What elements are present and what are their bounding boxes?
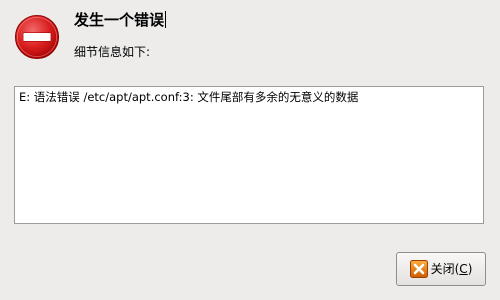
details-text-area[interactable]: E: 语法错误 /etc/apt/apt.conf:3: 文件尾部有多余的无意义…	[14, 86, 484, 224]
dialog-title: 发生一个错误	[74, 11, 167, 29]
close-button-label: 关闭(C)	[430, 262, 473, 276]
close-x-icon	[409, 260, 428, 278]
close-button[interactable]: 关闭(C)	[396, 252, 486, 286]
text-cursor	[165, 11, 167, 28]
close-mnemonic: C	[459, 262, 468, 276]
error-stop-icon	[14, 14, 60, 60]
details-text: E: 语法错误 /etc/apt/apt.conf:3: 文件尾部有多余的无意义…	[19, 90, 359, 104]
dialog-subtitle: 细节信息如下:	[74, 45, 151, 59]
